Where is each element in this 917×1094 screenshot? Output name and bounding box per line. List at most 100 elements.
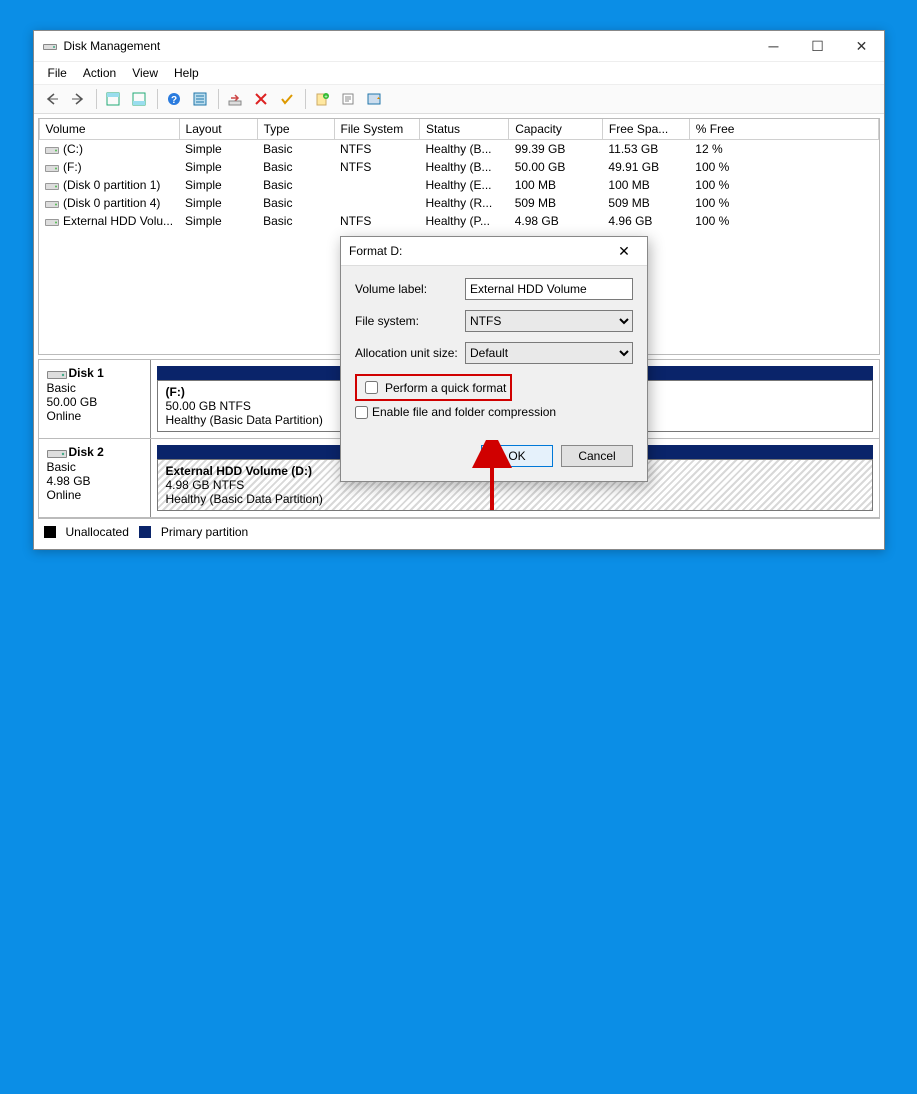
new-icon[interactable]: +	[310, 87, 334, 111]
refresh-icon[interactable]	[223, 87, 247, 111]
unallocated-swatch	[44, 526, 56, 538]
disk-kind: Basic	[47, 381, 142, 395]
table-row[interactable]: (Disk 0 partition 4)SimpleBasicHealthy (…	[39, 194, 878, 212]
cell-type: Basic	[257, 194, 334, 212]
volume-label-input[interactable]	[465, 278, 633, 300]
toolbar-separator	[96, 89, 97, 109]
cell-fs	[334, 176, 419, 194]
cell-fs: NTFS	[334, 158, 419, 176]
close-button[interactable]: ✕	[840, 31, 884, 61]
check-icon[interactable]	[275, 87, 299, 111]
column-header[interactable]: Layout	[179, 119, 257, 140]
table-row[interactable]: (Disk 0 partition 1)SimpleBasicHealthy (…	[39, 176, 878, 194]
allocation-select[interactable]: Default	[465, 342, 633, 364]
cell-fs: NTFS	[334, 212, 419, 230]
cell-layout: Simple	[179, 158, 257, 176]
quick-format-checkbox[interactable]	[365, 381, 378, 394]
properties-icon[interactable]	[336, 87, 360, 111]
cell-pct: 100 %	[689, 158, 878, 176]
table-row[interactable]: (F:)SimpleBasicNTFSHealthy (B...50.00 GB…	[39, 158, 878, 176]
table-row[interactable]: External HDD Volu...SimpleBasicNTFSHealt…	[39, 212, 878, 230]
legend-primary: Primary partition	[161, 525, 248, 539]
delete-icon[interactable]	[249, 87, 273, 111]
cell-layout: Simple	[179, 176, 257, 194]
menu-help[interactable]: Help	[166, 64, 207, 82]
cell-layout: Simple	[179, 140, 257, 159]
menu-action[interactable]: Action	[75, 64, 124, 82]
disk-name: Disk 1	[69, 366, 104, 380]
allocation-label: Allocation unit size:	[355, 346, 465, 360]
cell-free: 509 MB	[602, 194, 689, 212]
svg-text:?: ?	[170, 95, 176, 106]
partition-status: Healthy (Basic Data Partition)	[166, 492, 864, 506]
dialog-close-button[interactable]: ✕	[609, 239, 639, 263]
disk-size: 50.00 GB	[47, 395, 142, 409]
compression-label: Enable file and folder compression	[372, 405, 556, 419]
titlebar: Disk Management ─ ☐ ✕	[34, 31, 884, 62]
forward-button[interactable]	[66, 87, 90, 111]
table-row[interactable]: (C:)SimpleBasicNTFSHealthy (B...99.39 GB…	[39, 140, 878, 159]
cancel-button[interactable]: Cancel	[561, 445, 633, 467]
menubar: File Action View Help	[34, 62, 884, 85]
volume-name: (Disk 0 partition 1)	[63, 178, 160, 192]
column-header[interactable]: % Free	[689, 119, 878, 140]
cell-layout: Simple	[179, 212, 257, 230]
cell-status: Healthy (B...	[419, 140, 508, 159]
disk-header[interactable]: Disk 2Basic4.98 GBOnline	[39, 439, 151, 517]
cell-capacity: 509 MB	[509, 194, 603, 212]
cell-pct: 100 %	[689, 194, 878, 212]
cell-capacity: 50.00 GB	[509, 158, 603, 176]
column-header[interactable]: Free Spa...	[602, 119, 689, 140]
column-header[interactable]: Capacity	[509, 119, 603, 140]
view-top-icon[interactable]	[101, 87, 125, 111]
minimize-button[interactable]: ─	[752, 31, 796, 61]
dialog-title: Format D:	[349, 244, 609, 258]
disk-icon	[47, 367, 67, 381]
column-header[interactable]: Status	[419, 119, 508, 140]
file-system-label: File system:	[355, 314, 465, 328]
cell-free: 4.96 GB	[602, 212, 689, 230]
primary-swatch	[139, 526, 151, 538]
cell-status: Healthy (B...	[419, 158, 508, 176]
file-system-select[interactable]: NTFS	[465, 310, 633, 332]
cell-fs	[334, 194, 419, 212]
format-dialog: Format D: ✕ Volume label: File system: N…	[340, 236, 648, 482]
menu-view[interactable]: View	[124, 64, 166, 82]
volume-name: (Disk 0 partition 4)	[63, 196, 160, 210]
volume-name: (C:)	[63, 142, 83, 156]
volume-icon	[45, 198, 59, 209]
help-icon[interactable]: ?	[162, 87, 186, 111]
volume-icon	[45, 216, 59, 227]
toolbar-separator	[157, 89, 158, 109]
back-button[interactable]	[40, 87, 64, 111]
column-header[interactable]: Type	[257, 119, 334, 140]
compression-checkbox[interactable]	[355, 406, 368, 419]
cell-pct: 12 %	[689, 140, 878, 159]
cell-type: Basic	[257, 158, 334, 176]
dialog-titlebar: Format D: ✕	[341, 237, 647, 266]
maximize-button[interactable]: ☐	[796, 31, 840, 61]
disk-header[interactable]: Disk 1Basic50.00 GBOnline	[39, 360, 151, 438]
cell-pct: 100 %	[689, 212, 878, 230]
disk-name: Disk 2	[69, 445, 104, 459]
toolbar-separator	[305, 89, 306, 109]
cell-status: Healthy (P...	[419, 212, 508, 230]
cell-free: 11.53 GB	[602, 140, 689, 159]
column-header[interactable]: Volume	[39, 119, 179, 140]
window-title: Disk Management	[64, 39, 752, 53]
disk-size: 4.98 GB	[47, 474, 142, 488]
volume-icon	[45, 180, 59, 191]
cell-capacity: 99.39 GB	[509, 140, 603, 159]
cell-free: 49.91 GB	[602, 158, 689, 176]
ok-button[interactable]: OK	[481, 445, 553, 467]
view-bottom-icon[interactable]	[127, 87, 151, 111]
quick-format-label: Perform a quick format	[385, 381, 506, 395]
settings-icon[interactable]	[188, 87, 212, 111]
cell-layout: Simple	[179, 194, 257, 212]
legend-unallocated: Unallocated	[66, 525, 129, 539]
cell-pct: 100 %	[689, 176, 878, 194]
eject-icon[interactable]	[362, 87, 386, 111]
menu-file[interactable]: File	[40, 64, 75, 82]
column-header[interactable]: File System	[334, 119, 419, 140]
svg-text:+: +	[324, 95, 328, 101]
